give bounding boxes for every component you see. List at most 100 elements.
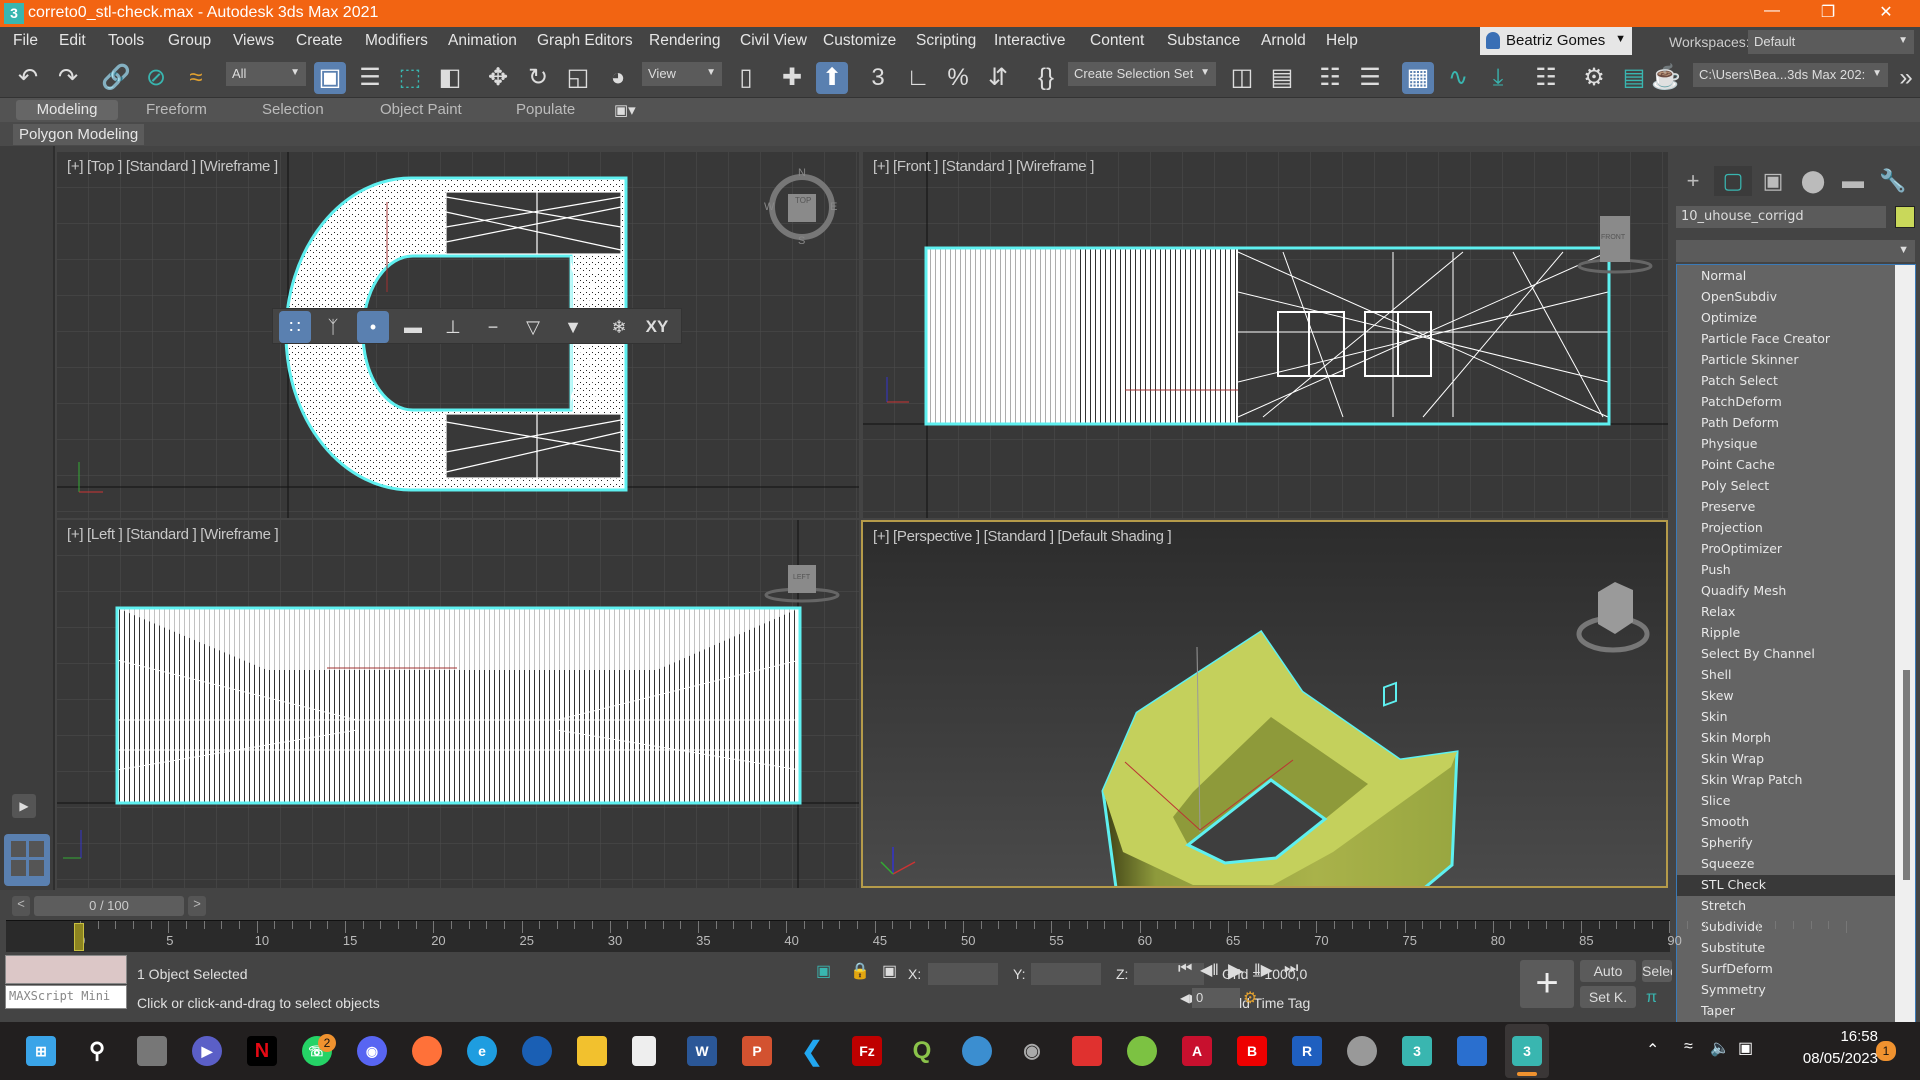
toggle-ribbon-icon[interactable]: ▦ (1402, 62, 1434, 94)
ribbon-tab-modeling[interactable]: Modeling (16, 100, 118, 120)
next-frame-button[interactable]: > (188, 896, 206, 916)
previous-frame-button[interactable]: < (12, 896, 30, 916)
undo-icon[interactable]: ↶ (12, 62, 44, 94)
y-coordinate-field[interactable] (1031, 963, 1101, 985)
modifier-list-item[interactable]: Particle Face Creator (1677, 329, 1897, 350)
x-coordinate-field[interactable] (928, 963, 998, 985)
pivot-snap-icon[interactable]: ᛉ (317, 311, 349, 343)
volume-icon[interactable]: 🔈 (1710, 1038, 1730, 1058)
bind-space-warp-icon[interactable]: ≈ (180, 62, 212, 94)
modifier-list-item[interactable]: Skin Wrap (1677, 749, 1897, 770)
display-tab-icon[interactable]: ▬ (1834, 166, 1872, 196)
snaps-toggle-icon[interactable]: 3 (862, 62, 894, 94)
link-icon[interactable]: 🔗 (100, 62, 132, 94)
modifier-list-item[interactable]: Symmetry (1677, 980, 1897, 1001)
menu-create[interactable]: Create (296, 32, 343, 50)
modifier-list-item[interactable]: ProOptimizer (1677, 539, 1897, 560)
menu-views[interactable]: Views (233, 32, 274, 50)
modifier-list-item[interactable]: Relax (1677, 602, 1897, 623)
restore-button[interactable]: ❐ (1808, 2, 1848, 24)
modifier-list-item[interactable]: Slice (1677, 791, 1897, 812)
menu-customize[interactable]: Customize (823, 32, 896, 50)
rotate-icon[interactable]: ↻ (522, 62, 554, 94)
select-manipulate-icon[interactable]: ✚ (776, 62, 808, 94)
set-key-big-button-icon[interactable]: + (1520, 960, 1574, 1008)
layer-explorer-icon[interactable]: ☰ (1354, 62, 1386, 94)
scale-icon[interactable]: ◱ (562, 62, 594, 94)
modifier-list-item[interactable]: Substitute (1677, 938, 1897, 959)
absolute-mode-icon[interactable]: ▣ (882, 961, 897, 981)
selected-dropdown[interactable]: Selec (1642, 960, 1672, 982)
gimp-icon[interactable]: ◉ (1017, 1036, 1047, 1066)
sketchup-icon[interactable] (1072, 1036, 1102, 1066)
percent-snap-icon[interactable]: % (942, 62, 974, 94)
midpoint-snap-icon[interactable]: − (477, 311, 509, 343)
mirror-icon[interactable]: ◫ (1226, 62, 1258, 94)
scene-explorer-icon[interactable]: ☷ (1314, 62, 1346, 94)
show-hidden-icons-chevron-icon[interactable]: ⌃ (1646, 1040, 1659, 1060)
align-icon[interactable]: ▤ (1266, 62, 1298, 94)
modifier-list-item[interactable]: Projection (1677, 518, 1897, 539)
endpoint-snap-icon[interactable]: ▬ (397, 311, 429, 343)
play-icon[interactable]: ▶ (1228, 958, 1243, 983)
app-red-b-icon[interactable]: B (1237, 1036, 1267, 1066)
next-key-icon[interactable]: ‖▶ (1254, 960, 1273, 980)
modifier-list-item[interactable]: Optimize (1677, 308, 1897, 329)
menu-tools[interactable]: Tools (108, 32, 144, 50)
menu-substance[interactable]: Substance (1167, 32, 1240, 50)
selection-filter-dropdown[interactable]: All ▼ (226, 62, 306, 86)
render-teapot-icon[interactable]: ☕ (1650, 62, 1682, 94)
menu-edit[interactable]: Edit (59, 32, 86, 50)
ribbon-tab-object-paint[interactable]: Object Paint (380, 101, 462, 118)
menu-scripting[interactable]: Scripting (916, 32, 976, 50)
render-setup-icon[interactable]: ⚙ (1578, 62, 1610, 94)
modifier-list-item[interactable]: Skin (1677, 707, 1897, 728)
modifier-list-item[interactable]: Skin Morph (1677, 728, 1897, 749)
keyboard-shortcut-override-icon[interactable]: ⬆ (816, 62, 848, 94)
menu-content[interactable]: Content (1090, 32, 1144, 50)
modifier-list-item[interactable]: Skin Wrap Patch (1677, 770, 1897, 791)
go-to-start-icon[interactable]: ⏮ (1178, 960, 1192, 978)
modifier-list-item[interactable]: Select By Channel (1677, 644, 1897, 665)
create-tab-plus-icon[interactable]: + (1674, 166, 1712, 196)
hierarchy-tab-icon[interactable]: ▣ (1754, 166, 1792, 196)
time-slider-thumb[interactable]: 0 / 100 (34, 896, 184, 916)
viewport-label-perspective[interactable]: [+] [Perspective ] [Standard ] [Default … (873, 528, 1172, 545)
wifi-icon[interactable]: ≈ (1684, 1038, 1693, 1056)
face-snap-icon[interactable]: ▽ (517, 311, 549, 343)
curve-editor-icon[interactable]: ∿ (1442, 62, 1474, 94)
track-bar[interactable]: 051015202530354045505560657075808590 (6, 920, 1847, 952)
modifier-list-item[interactable]: Subdivide (1677, 917, 1897, 938)
modifier-list-item[interactable]: Normal (1677, 266, 1897, 287)
battery-icon[interactable]: ▣ (1738, 1038, 1753, 1058)
ribbon-tab-freeform[interactable]: Freeform (146, 101, 207, 118)
material-editor-icon[interactable]: ☷ (1530, 62, 1562, 94)
perpendicular-snap-icon[interactable]: ⊥ (437, 311, 469, 343)
viewport-label-front[interactable]: [+] [Front ] [Standard ] [Wireframe ] (873, 158, 1094, 175)
set-key-button[interactable]: Set K. (1580, 986, 1636, 1008)
task-view-icon[interactable] (137, 1036, 167, 1066)
redo-icon[interactable]: ↷ (52, 62, 84, 94)
workspaces-dropdown[interactable]: Default ▼ (1748, 30, 1914, 54)
netflix-icon[interactable]: N (247, 1036, 277, 1066)
modifier-list-item[interactable]: PatchDeform (1677, 392, 1897, 413)
writer-icon[interactable] (1457, 1036, 1487, 1066)
modifier-list-item[interactable]: Point Cache (1677, 455, 1897, 476)
selection-lock-icon[interactable]: 🔒 (850, 961, 870, 981)
viewport-front[interactable]: [+] [Front ] [Standard ] [Wireframe ] FR… (863, 152, 1668, 518)
autocad-icon[interactable]: A (1182, 1036, 1212, 1066)
unlink-icon[interactable]: ⊘ (140, 62, 172, 94)
move-icon[interactable]: ✥ (482, 62, 514, 94)
modifier-list-scrollbar[interactable] (1895, 265, 1915, 1033)
menu-graph-editors[interactable]: Graph Editors (537, 32, 633, 50)
viewport-left[interactable]: [+] [Left ] [Standard ] [Wireframe ] LEF… (57, 520, 859, 888)
place-icon[interactable]: ◕ (602, 62, 634, 94)
modifier-list-item[interactable]: Poly Select (1677, 476, 1897, 497)
viewport-label-top[interactable]: [+] [Top ] [Standard ] [Wireframe ] (67, 158, 278, 175)
center-face-snap-icon[interactable]: ▼ (557, 311, 589, 343)
menu-animation[interactable]: Animation (448, 32, 517, 50)
menu-file[interactable]: File (13, 32, 38, 50)
current-frame-marker[interactable] (74, 923, 84, 951)
project-folder-dropdown[interactable]: C:\Users\Bea...3ds Max 202: ▼ (1693, 63, 1888, 87)
filezilla-icon[interactable]: Fz (852, 1036, 882, 1066)
